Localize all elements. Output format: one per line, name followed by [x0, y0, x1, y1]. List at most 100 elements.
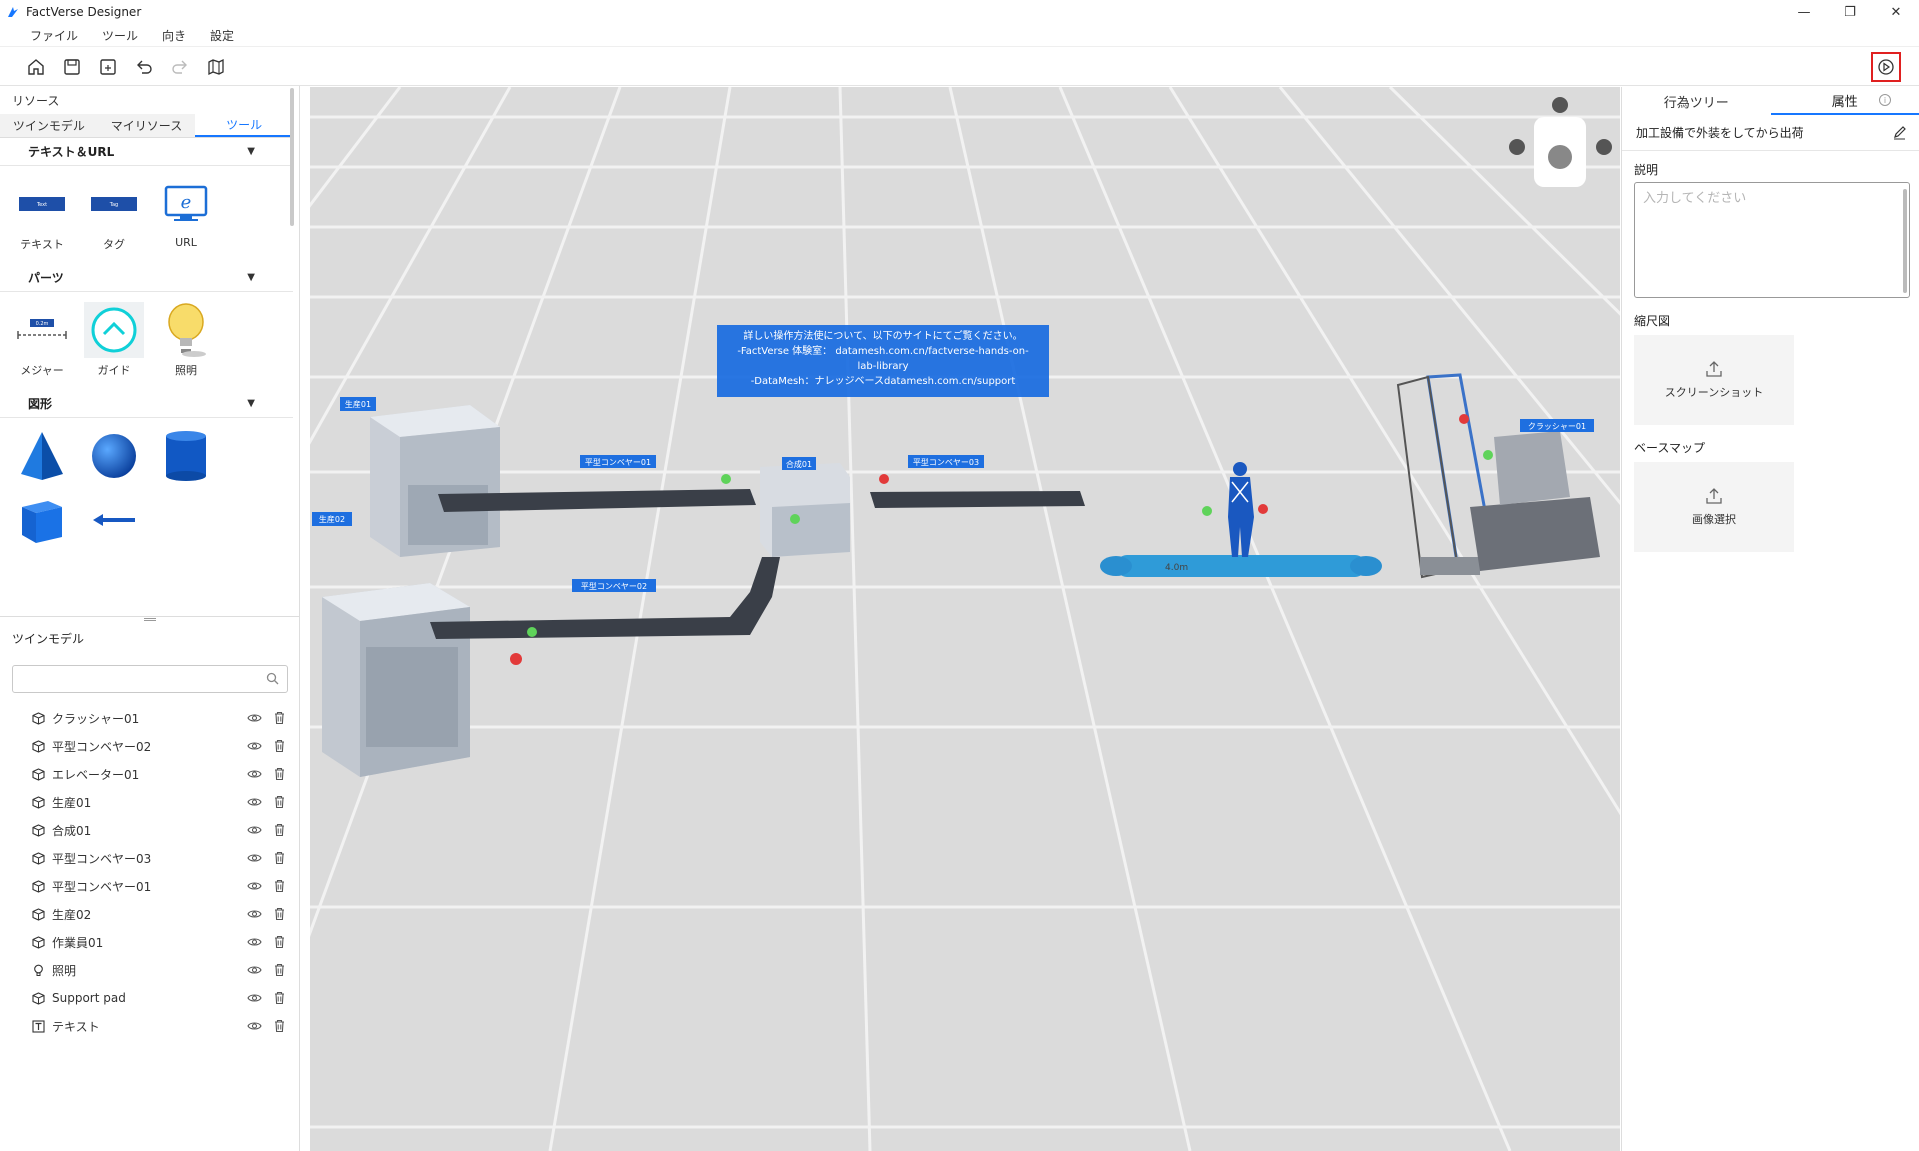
restore-button[interactable]: ❐: [1827, 0, 1873, 24]
save-icon: [64, 59, 80, 75]
model-list-item[interactable]: 平型コンベヤー02: [0, 732, 300, 760]
tool-cube[interactable]: [6, 492, 78, 548]
menu-file[interactable]: ファイル: [30, 27, 78, 44]
model-search-input[interactable]: [17, 667, 257, 691]
group-shapes[interactable]: 図形 ▼: [0, 390, 293, 418]
info-icon[interactable]: i: [1879, 94, 1891, 106]
trash-icon[interactable]: [273, 739, 286, 753]
cube-icon: [32, 991, 46, 1005]
trash-icon[interactable]: [273, 1019, 286, 1033]
model-list-item[interactable]: 合成01: [0, 816, 300, 844]
trash-icon[interactable]: [273, 879, 286, 893]
description-input[interactable]: [1643, 187, 1903, 295]
tool-measure[interactable]: 0.2m メジャー: [6, 302, 78, 377]
menu-tools[interactable]: ツール: [102, 27, 138, 44]
model-list-item[interactable]: Support pad: [0, 984, 300, 1012]
model-list-item[interactable]: テキスト: [0, 1012, 300, 1040]
tool-text[interactable]: Text テキスト: [6, 176, 78, 251]
group-parts[interactable]: パーツ ▼: [0, 264, 293, 292]
redo-button[interactable]: [168, 55, 192, 79]
model-label: 照明: [52, 963, 77, 978]
home-button[interactable]: [24, 55, 48, 79]
info-line-4: -DataMesh：ナレッジベースdatamesh.com.cn/support: [751, 375, 1016, 387]
model-list-item[interactable]: エレベーター01: [0, 760, 300, 788]
synth-machine[interactable]: 合成01: [760, 457, 850, 557]
play-icon: [1878, 59, 1894, 75]
chevron-down-icon: ▼: [247, 398, 255, 409]
measure-thumb: 0.2m: [36, 321, 49, 327]
edit-icon[interactable]: [1892, 125, 1907, 140]
basemap-upload[interactable]: 画像選択: [1634, 462, 1794, 552]
tab-my-resources[interactable]: マイリソース: [98, 114, 196, 137]
tool-url[interactable]: e URL: [150, 176, 222, 250]
model-list-item[interactable]: クラッシャー01: [0, 704, 300, 732]
cube-icon: [32, 823, 46, 837]
eye-icon[interactable]: [247, 963, 262, 977]
eye-icon[interactable]: [247, 767, 262, 781]
screenshot-upload[interactable]: スクリーンショット: [1634, 335, 1794, 425]
trash-icon[interactable]: [273, 907, 286, 921]
eye-icon[interactable]: [247, 879, 262, 893]
save-button[interactable]: [60, 55, 84, 79]
info-line-3: lab-library: [857, 361, 908, 372]
eye-icon[interactable]: [247, 991, 262, 1005]
sphere-icon: [92, 434, 136, 478]
tab-tools[interactable]: ツール: [195, 114, 294, 137]
trash-icon[interactable]: [273, 767, 286, 781]
tools-scrollbar[interactable]: [290, 88, 294, 226]
trash-icon[interactable]: [273, 795, 286, 809]
tool-arrow[interactable]: [78, 492, 150, 548]
minimize-button[interactable]: —: [1781, 0, 1827, 24]
tab-attributes[interactable]: 属性 i: [1770, 87, 1919, 115]
tool-guide[interactable]: ガイド: [78, 302, 150, 377]
tool-cylinder[interactable]: [150, 428, 222, 484]
model-list-item[interactable]: 作業員01: [0, 928, 300, 956]
menu-orientation[interactable]: 向き: [162, 27, 186, 44]
tool-light[interactable]: 照明: [150, 302, 222, 377]
text-block-icon: Text: [19, 197, 65, 211]
trash-icon[interactable]: [273, 851, 286, 865]
tab-twin-model[interactable]: ツインモデル: [0, 114, 98, 137]
menu-settings[interactable]: 設定: [210, 27, 234, 44]
undo-icon: [137, 60, 152, 74]
close-button[interactable]: ✕: [1873, 0, 1919, 24]
description-scrollbar[interactable]: [1903, 189, 1907, 293]
model-list-item[interactable]: 照明: [0, 956, 300, 984]
tool-tag[interactable]: Tag タグ: [78, 176, 150, 251]
panel-splitter[interactable]: [0, 616, 300, 622]
eye-icon[interactable]: [247, 739, 262, 753]
tag-icon: Tag: [91, 197, 137, 211]
support-pad[interactable]: 4.0m: [1100, 555, 1382, 577]
description-field[interactable]: [1634, 182, 1910, 298]
info-board[interactable]: 詳しい操作方法使について、以下のサイトにてご覧ください。 -FactVerse …: [717, 325, 1049, 397]
tool-sphere[interactable]: [78, 428, 150, 484]
eye-icon[interactable]: [247, 711, 262, 725]
cube-icon: [32, 851, 46, 865]
trash-icon[interactable]: [273, 711, 286, 725]
map-button[interactable]: [204, 55, 228, 79]
eye-icon[interactable]: [247, 795, 262, 809]
trash-icon[interactable]: [273, 935, 286, 949]
model-list-item[interactable]: 平型コンベヤー03: [0, 844, 300, 872]
eye-icon[interactable]: [247, 935, 262, 949]
trash-icon[interactable]: [273, 823, 286, 837]
model-list-item[interactable]: 生産02: [0, 900, 300, 928]
eye-icon[interactable]: [247, 907, 262, 921]
model-search[interactable]: [12, 665, 288, 693]
model-list-item[interactable]: 平型コンベヤー01: [0, 872, 300, 900]
scene-viewport[interactable]: 詳しい操作方法使について、以下のサイトにてご覧ください。 -FactVerse …: [310, 87, 1620, 1151]
play-button[interactable]: [1871, 52, 1901, 82]
eye-icon[interactable]: [247, 1019, 262, 1033]
eye-icon[interactable]: [247, 823, 262, 837]
trash-icon[interactable]: [273, 991, 286, 1005]
scene-canvas[interactable]: 詳しい操作方法使について、以下のサイトにてご覧ください。 -FactVerse …: [310, 87, 1620, 1151]
trash-icon[interactable]: [273, 963, 286, 977]
undo-button[interactable]: [132, 55, 156, 79]
save-as-button[interactable]: [96, 55, 120, 79]
model-list-item[interactable]: 生産01: [0, 788, 300, 816]
cube-icon: [32, 935, 46, 949]
tool-pyramid[interactable]: [6, 428, 78, 484]
group-text-url[interactable]: テキスト＆URL ▼: [0, 138, 293, 166]
eye-icon[interactable]: [247, 851, 262, 865]
tab-behavior-tree[interactable]: 行為ツリー: [1622, 87, 1771, 115]
